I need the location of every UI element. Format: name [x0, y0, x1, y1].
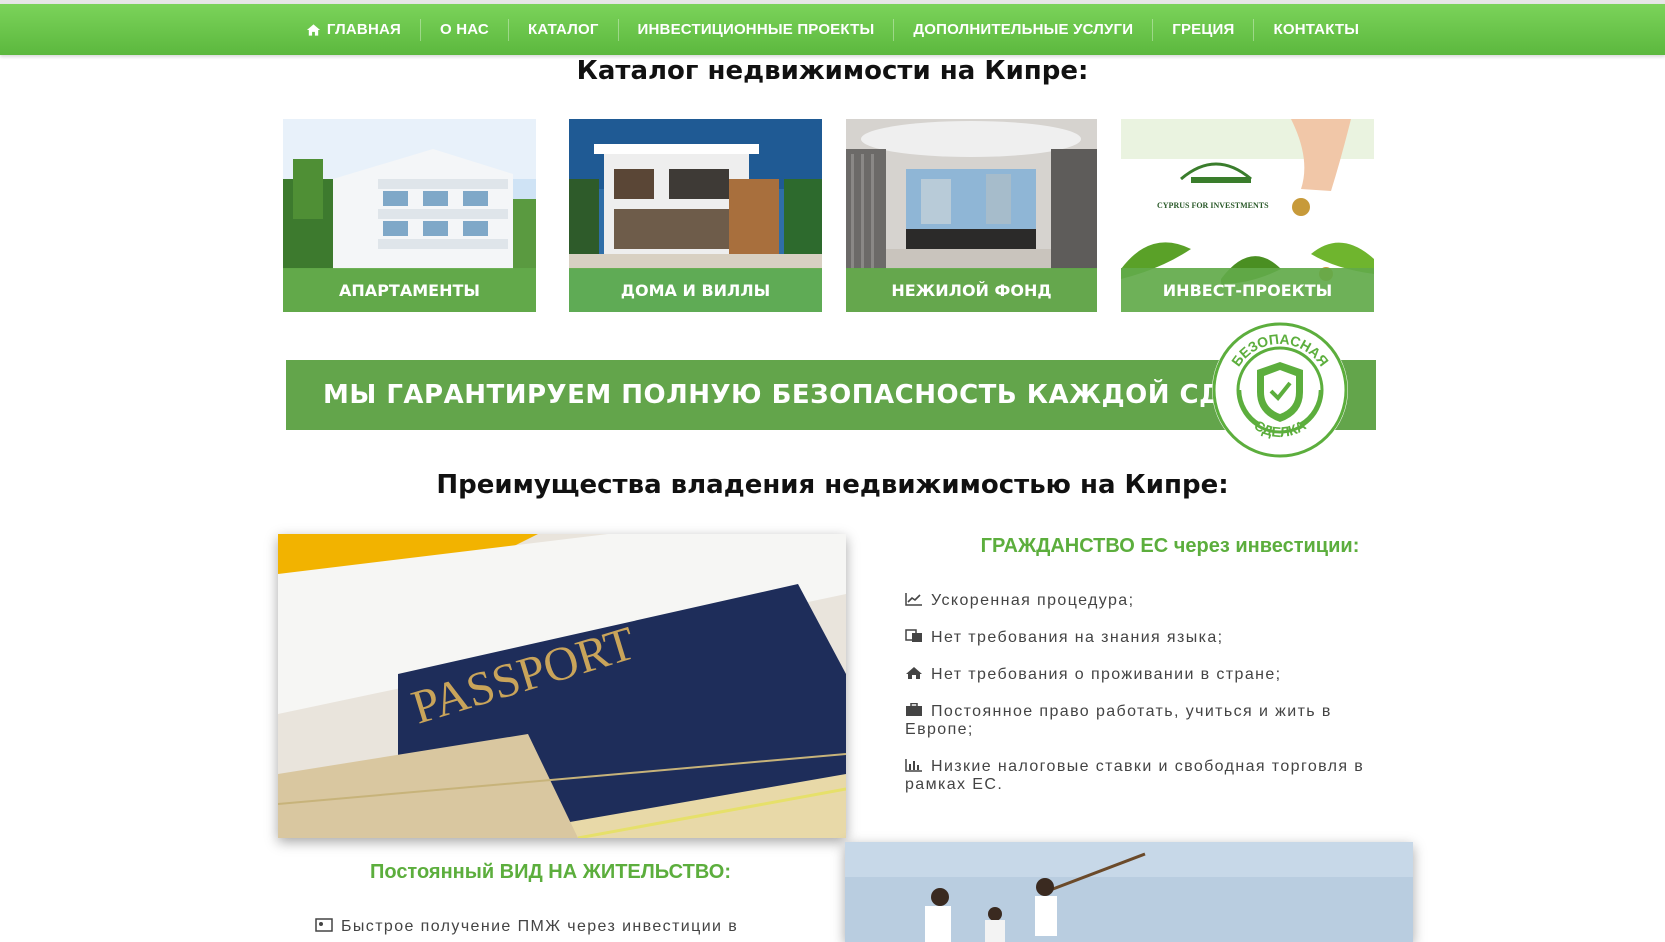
list-item-text: Нет требования на знания языка;	[931, 629, 1224, 646]
catalog-card-commercial[interactable]: НЕЖИЛОЙ ФОНД	[846, 119, 1097, 312]
bar-chart-icon	[905, 759, 922, 772]
list-item-text: Низкие налоговые ставки и свободная торг…	[905, 758, 1365, 793]
catalog-card-houses[interactable]: ДОМА И ВИЛЛЫ	[569, 119, 822, 312]
card-label: НЕЖИЛОЙ ФОНД	[846, 268, 1097, 312]
citizenship-list: Ускоренная процедура; Нет требования на …	[905, 592, 1395, 813]
nav-item-label: КОНТАКТЫ	[1273, 20, 1360, 38]
citizenship-heading: ГРАЖДАНСТВО ЕС через инвестиции:	[980, 535, 1360, 557]
list-item: Нет требования на знания языка;	[905, 629, 1395, 647]
home-icon	[906, 667, 922, 679]
list-item: Низкие налоговые ставки и свободная торг…	[905, 758, 1395, 794]
list-item-text: Быстрое получение ПМЖ через инвестиции в	[341, 918, 739, 935]
language-icon	[905, 629, 922, 642]
nav-item-about[interactable]: О НАС	[420, 18, 508, 41]
banner-text: МЫ ГАРАНТИРУЕМ ПОЛНУЮ БЕЗОПАСНОСТЬ КАЖДО…	[323, 380, 1308, 410]
passport-photo: PASSPORT	[278, 534, 846, 838]
home-icon	[306, 23, 320, 36]
nav-item-greece[interactable]: ГРЕЦИЯ	[1152, 18, 1253, 41]
nav-item-label: ИНВЕСТИЦИОННЫЕ ПРОЕКТЫ	[637, 20, 875, 38]
nav-item-label: ГЛАВНАЯ	[326, 20, 401, 38]
catalog-card-investment[interactable]: CYPRUS FOR INVESTMENTS ИНВЕСТ-ПРОЕКТЫ	[1121, 119, 1374, 312]
card-label: ИНВЕСТ-ПРОЕКТЫ	[1121, 268, 1374, 312]
nav-item-contacts[interactable]: КОНТАКТЫ	[1253, 18, 1378, 41]
residence-first-item: Быстрое получение ПМЖ через инвестиции в	[315, 918, 815, 936]
advantages-title: Преимущества владения недвижимостью на К…	[436, 470, 1229, 500]
main-nav: ГЛАВНАЯ О НАС КАТАЛОГ ИНВЕСТИЦИОННЫЕ ПРО…	[0, 4, 1665, 55]
catalog-title: Каталог недвижимости на Кипре:	[576, 56, 1089, 86]
chart-line-icon	[905, 593, 922, 606]
residence-heading: Постоянный ВИД НА ЖИТЕЛЬСТВО:	[369, 861, 731, 883]
nav-item-investment-projects[interactable]: ИНВЕСТИЦИОННЫЕ ПРОЕКТЫ	[617, 18, 894, 41]
nav-item-additional-services[interactable]: ДОПОЛНИТЕЛЬНЫЕ УСЛУГИ	[893, 18, 1152, 41]
family-photo	[845, 842, 1413, 942]
nav-item-label: КАТАЛОГ	[527, 20, 599, 38]
catalog-card-apartments[interactable]: АПАРТАМЕНТЫ	[283, 119, 536, 312]
logo-text: CYPRUS FOR INVESTMENTS	[1157, 201, 1269, 210]
nav-item-home[interactable]: ГЛАВНАЯ	[287, 19, 420, 41]
list-item: Ускоренная процедура;	[905, 592, 1395, 610]
passport-image: PASSPORT	[278, 534, 846, 838]
nav-item-label: ГРЕЦИЯ	[1172, 20, 1235, 38]
list-item: Постоянное право работать, учиться и жит…	[905, 703, 1395, 739]
card-label: ДОМА И ВИЛЛЫ	[569, 268, 822, 312]
card-label: АПАРТАМЕНТЫ	[283, 268, 536, 312]
nav-item-label: О НАС	[440, 20, 489, 38]
list-item: Нет требования о проживании в стране;	[905, 666, 1395, 684]
list-item-text: Ускоренная процедура;	[931, 592, 1135, 609]
nav-item-catalog[interactable]: КАТАЛОГ	[507, 18, 618, 41]
list-item-text: Постоянное право работать, учиться и жит…	[905, 703, 1332, 738]
nav-item-label: ДОПОЛНИТЕЛЬНЫЕ УСЛУГИ	[913, 20, 1134, 38]
briefcase-icon	[906, 703, 922, 716]
family-image	[845, 842, 1413, 942]
list-item-text: Нет требования о проживании в стране;	[931, 666, 1282, 683]
safe-deal-seal: БЕЗОПАСНАЯ СДЕЛКА	[1212, 322, 1348, 458]
